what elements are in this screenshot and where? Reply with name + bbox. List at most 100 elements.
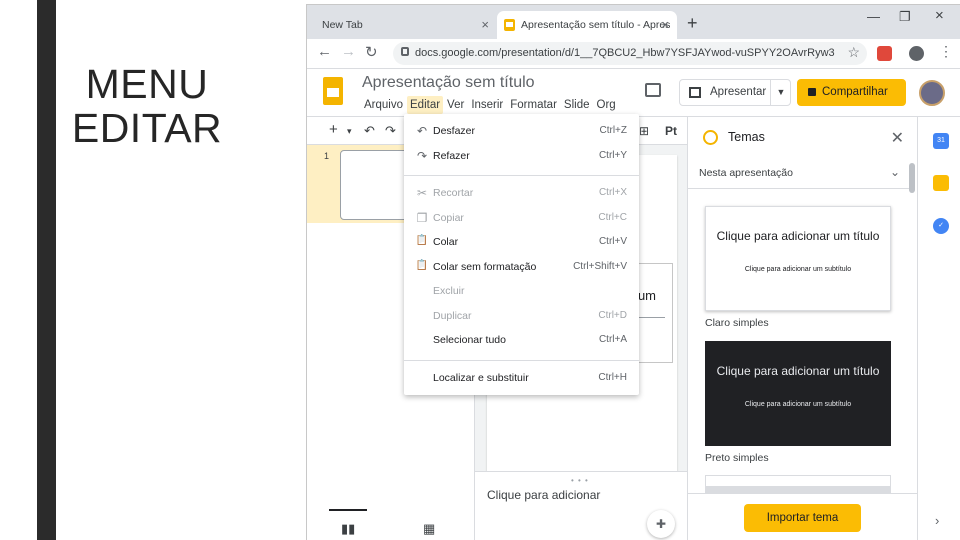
forward-icon[interactable]: → — [341, 43, 356, 60]
close-icon[interactable]: ✕ — [891, 128, 904, 148]
notes-placeholder: Clique para adicionar — [487, 488, 601, 502]
menu-item-shortcut: Ctrl+C — [598, 212, 627, 223]
tab-close-icon[interactable]: × — [481, 11, 489, 39]
side-panel-apps: 31 ✓ › — [917, 117, 960, 540]
undo-icon: ↶ — [416, 124, 428, 138]
comments-icon[interactable] — [645, 83, 661, 97]
themes-panel: Temas ✕ Nesta apresentação ⌄ Clique para… — [687, 117, 918, 540]
minimize-icon[interactable]: — — [867, 9, 880, 24]
menu-divider — [404, 175, 639, 176]
present-dropdown-icon[interactable]: ▼ — [770, 80, 791, 105]
insert-icon[interactable]: ⊞ — [639, 124, 649, 138]
lock-icon — [401, 47, 409, 56]
themes-footer: Importar tema — [688, 493, 918, 540]
filmstrip-view-icon[interactable]: ▮▮ — [341, 521, 355, 537]
slides-logo-icon[interactable] — [323, 77, 343, 105]
themes-title: Temas — [728, 130, 765, 144]
menu-item-colar-sem-formatacao[interactable]: 📋 Colar sem formatação Ctrl+Shift+V — [404, 257, 639, 279]
menu-item-shortcut: Ctrl+X — [598, 187, 627, 198]
tasks-icon[interactable]: ✓ — [933, 218, 949, 234]
add-slide-icon[interactable]: + — [329, 121, 338, 138]
theme-name: Preto simples — [705, 452, 769, 464]
menu-item-excluir[interactable]: Excluir — [404, 281, 639, 303]
browser-menu-icon[interactable]: ⋮ — [939, 43, 953, 60]
menu-item-shortcut: Ctrl+H — [598, 372, 627, 383]
menu-organizar[interactable]: Org — [594, 96, 619, 114]
docs-header: Apresentação sem título Arquivo Editar Ver… — [307, 69, 960, 117]
tab-strip: New Tab × Apresentação sem título - Apre… — [307, 5, 960, 39]
menu-item-shortcut: Ctrl+Shift+V — [573, 261, 627, 272]
menu-item-colar[interactable]: 📋 Colar Ctrl+V — [404, 232, 639, 254]
extension-pdf-icon[interactable] — [877, 46, 892, 61]
menu-item-shortcut: Ctrl+Z — [599, 125, 628, 136]
window-close-icon[interactable]: × — [935, 7, 944, 24]
tab-close-icon[interactable]: × — [661, 11, 669, 39]
bookmark-star-icon[interactable]: ☆ — [847, 44, 860, 61]
theme-card-light[interactable]: Clique para adicionar um título Clique p… — [705, 206, 891, 311]
menu-item-localizar-substituir[interactable]: Localizar e substituir Ctrl+H — [404, 368, 639, 390]
profile-icon[interactable] — [909, 46, 924, 61]
calendar-icon[interactable]: 31 — [933, 133, 949, 149]
keep-icon[interactable] — [933, 175, 949, 191]
themes-section-selector[interactable]: Nesta apresentação ⌄ — [688, 162, 910, 189]
document-title[interactable]: Apresentação sem título — [362, 74, 535, 92]
menu-item-label: Colar — [433, 236, 459, 248]
address-url: docs.google.com/presentation/d/1__7QBCU2… — [415, 47, 835, 59]
maximize-icon[interactable]: ❐ — [899, 9, 911, 25]
grid-view-icon[interactable]: ▦ — [423, 521, 435, 537]
copy-icon: ❐ — [416, 211, 428, 225]
paste-icon: 📋 — [415, 235, 429, 246]
menu-item-recortar[interactable]: ✂ Recortar Ctrl+X — [404, 183, 639, 205]
share-button[interactable]: Compartilhar — [797, 79, 906, 106]
undo-icon[interactable]: ↶ — [364, 123, 375, 139]
redo-icon[interactable]: ↷ — [385, 123, 396, 139]
tab-presentation[interactable]: Apresentação sem título - Apres × — [497, 11, 677, 39]
palette-icon — [703, 130, 718, 145]
menu-item-copiar[interactable]: ❐ Copiar Ctrl+C — [404, 208, 639, 230]
add-slide-dropdown-icon[interactable]: ▾ — [347, 126, 352, 137]
paste-plain-icon: 📋 — [415, 260, 429, 271]
speaker-notes[interactable]: • • • Clique para adicionar ✚ — [475, 471, 687, 540]
scissors-icon: ✂ — [416, 186, 428, 200]
menu-item-selecionar-tudo[interactable]: Selecionar tudo Ctrl+A — [404, 330, 639, 352]
slide-title-line-1: MENU — [85, 61, 209, 107]
menu-editar[interactable]: Editar — [407, 96, 444, 114]
menu-item-desfazer[interactable]: ↶ Desfazer Ctrl+Z — [404, 121, 639, 143]
menu-item-label: Excluir — [433, 285, 465, 297]
chevron-down-icon: ⌄ — [889, 165, 900, 179]
menu-item-shortcut: Ctrl+A — [598, 334, 627, 345]
menu-slide[interactable]: Slide — [561, 96, 593, 114]
theme-name: Claro simples — [705, 317, 769, 329]
chevron-right-icon[interactable]: › — [935, 513, 939, 528]
menu-item-refazer[interactable]: ↷ Refazer Ctrl+Y — [404, 146, 639, 168]
tab-new-tab[interactable]: New Tab × — [315, 11, 497, 39]
import-theme-button[interactable]: Importar tema — [744, 504, 861, 532]
menu-item-shortcut: Ctrl+Y — [598, 150, 627, 161]
avatar[interactable] — [919, 80, 945, 106]
theme-card-title: Clique para adicionar um título — [716, 364, 880, 378]
explore-icon[interactable]: ✚ — [647, 510, 675, 538]
menu-inserir[interactable]: Inserir — [468, 96, 506, 114]
menu-item-label: Selecionar tudo — [433, 334, 506, 346]
menu-bar: Arquivo Editar Ver Inserir Formatar Slide Org — [361, 96, 620, 114]
new-tab-icon[interactable]: + — [687, 13, 698, 34]
reload-icon[interactable]: ↻ — [365, 43, 378, 61]
theme-card-title: Clique para adicionar um título — [716, 229, 880, 243]
share-label: Compartilhar — [822, 86, 888, 98]
menu-ver[interactable]: Ver — [444, 96, 467, 114]
themes-header: Temas ✕ — [688, 117, 918, 159]
present-button[interactable]: Apresentar ▼ — [679, 79, 791, 106]
address-bar[interactable]: docs.google.com/presentation/d/1__7QBCU2… — [393, 42, 867, 65]
menu-formatar[interactable]: Formatar — [507, 96, 560, 114]
scrollbar[interactable] — [909, 163, 915, 193]
back-icon[interactable]: ← — [317, 43, 332, 60]
theme-card-dark[interactable]: Clique para adicionar um título Clique p… — [705, 341, 891, 446]
present-icon — [689, 87, 701, 98]
edit-menu-dropdown: ↶ Desfazer Ctrl+Z ↷ Refazer Ctrl+Y ✂ Rec… — [404, 114, 639, 395]
more-tools[interactable]: Pt — [665, 124, 677, 138]
tab-label: New Tab — [322, 19, 363, 31]
notes-resize-handle[interactable]: • • • — [571, 476, 589, 485]
menu-item-label: Copiar — [433, 212, 464, 224]
menu-arquivo[interactable]: Arquivo — [361, 96, 406, 114]
menu-item-duplicar[interactable]: Duplicar Ctrl+D — [404, 306, 639, 328]
